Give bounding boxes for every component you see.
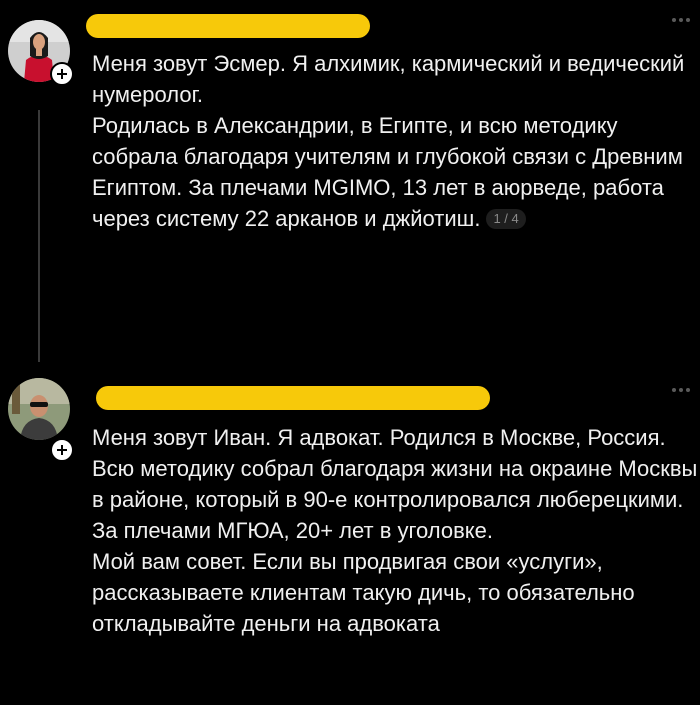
user-avatar-2[interactable] bbox=[8, 378, 70, 440]
post-paragraph: Мой вам совет. Если вы продвигая свои «у… bbox=[92, 549, 635, 636]
plus-icon bbox=[57, 445, 67, 455]
more-dots-icon bbox=[672, 388, 676, 392]
post-paragraph: Меня зовут Иван. Я адвокат. Родился в Мо… bbox=[92, 425, 698, 543]
post-paragraph: Родилась в Александрии, в Египте, и всю … bbox=[92, 113, 683, 231]
username-redaction-1 bbox=[86, 14, 370, 38]
post-ivan: Меня зовут Иван. Я адвокат. Родился в Мо… bbox=[0, 360, 700, 705]
more-options-button-1[interactable] bbox=[672, 18, 690, 22]
page-indicator[interactable]: 1 / 4 bbox=[486, 209, 526, 229]
post-body-2: Меня зовут Иван. Я адвокат. Родился в Мо… bbox=[92, 422, 698, 639]
plus-icon bbox=[57, 69, 67, 79]
post-esmer: Меня зовут Эсмер. Я алхимик, кармический… bbox=[0, 0, 700, 362]
follow-button-2[interactable] bbox=[50, 438, 74, 462]
post-paragraph: Меня зовут Эсмер. Я алхимик, кармический… bbox=[92, 51, 685, 107]
follow-button-1[interactable] bbox=[50, 62, 74, 86]
username-redaction-2 bbox=[96, 386, 490, 410]
more-dots-icon bbox=[672, 18, 676, 22]
more-options-button-2[interactable] bbox=[672, 388, 690, 392]
thread-line bbox=[38, 110, 40, 362]
post-body-1: Меня зовут Эсмер. Я алхимик, кармический… bbox=[92, 48, 698, 234]
